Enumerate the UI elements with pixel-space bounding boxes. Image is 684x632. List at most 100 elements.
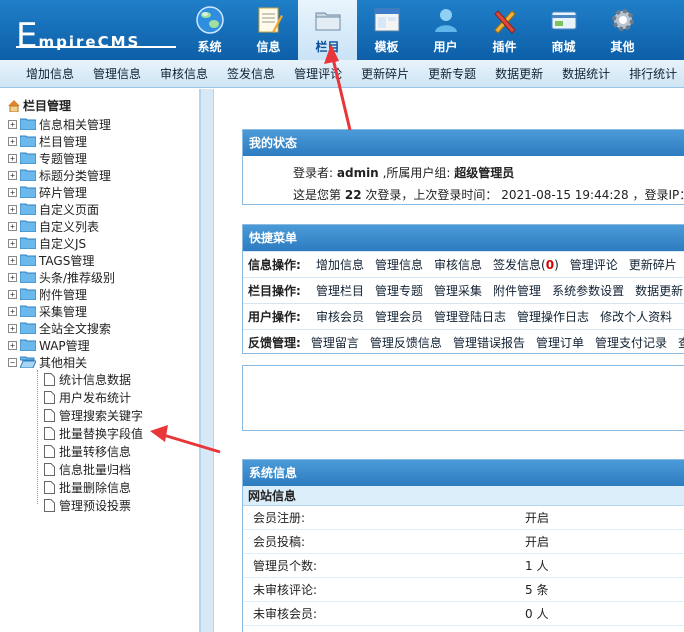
expand-icon[interactable]: + bbox=[8, 119, 17, 129]
expand-icon[interactable]: + bbox=[8, 221, 17, 231]
quick-review-member[interactable]: 审核会员 bbox=[316, 308, 364, 325]
quick-payment-records[interactable]: 管理支付记录 bbox=[595, 334, 667, 351]
tree-item-other-related[interactable]: − 其他相关 bbox=[8, 354, 87, 370]
quick-manage-topic[interactable]: 管理专题 bbox=[375, 282, 423, 299]
quick-data-update[interactable]: 数据更新 bbox=[635, 282, 683, 299]
quick-edit-profile[interactable]: 修改个人资料 bbox=[600, 308, 672, 325]
quick-system-settings[interactable]: 系统参数设置 bbox=[552, 282, 624, 299]
submenu-manage-comments[interactable]: 管理评论 bbox=[294, 65, 342, 82]
leaf-preset-vote[interactable]: 管理预设投票 bbox=[44, 497, 131, 513]
tree-item-title-category[interactable]: + 标题分类管理 bbox=[8, 167, 111, 183]
quick-more[interactable]: 查 bbox=[678, 334, 684, 351]
empirecms-logo[interactable]: EmpireCMS bbox=[8, 6, 176, 56]
quick-sign-info[interactable]: 签发信息(0) bbox=[493, 256, 559, 273]
expand-icon[interactable]: + bbox=[8, 340, 17, 350]
last-login-time: 2021-08-15 19:44:28 bbox=[501, 188, 629, 202]
expand-icon[interactable]: + bbox=[8, 153, 17, 163]
tree-item-custom-js[interactable]: + 自定义JS bbox=[8, 235, 86, 251]
nav-template[interactable]: 模板 bbox=[357, 0, 416, 60]
tree-item-headline-level[interactable]: + 头条/推荐级别 bbox=[8, 269, 115, 285]
quick-row-info: 信息操作: 增加信息 管理信息 审核信息 签发信息(0) 管理评论 更新碎片 bbox=[243, 251, 684, 277]
folder-icon bbox=[20, 237, 36, 249]
tree-item-fragments[interactable]: + 碎片管理 bbox=[8, 184, 87, 200]
user-icon bbox=[431, 4, 461, 36]
tree-item-collect[interactable]: + 采集管理 bbox=[8, 303, 87, 319]
submenu-data-stats[interactable]: 数据统计 bbox=[562, 65, 610, 82]
tree-item-wap[interactable]: + WAP管理 bbox=[8, 337, 90, 353]
expand-icon[interactable]: + bbox=[8, 187, 17, 197]
expand-icon[interactable]: + bbox=[8, 170, 17, 180]
tree-item-label: 碎片管理 bbox=[39, 185, 88, 200]
tree-item-tags[interactable]: + TAGS管理 bbox=[8, 252, 94, 268]
quick-login-log[interactable]: 管理登陆日志 bbox=[434, 308, 506, 325]
home-icon bbox=[8, 100, 20, 112]
logo-e: E bbox=[16, 16, 39, 56]
nav-column[interactable]: 栏目 bbox=[298, 0, 357, 60]
expand-icon[interactable]: + bbox=[8, 323, 17, 333]
leaf-user-publish-stats[interactable]: 用户发布统计 bbox=[44, 389, 131, 405]
logo-rest: mpireCMS bbox=[38, 33, 141, 51]
leaf-search-keywords[interactable]: 管理搜索关键字 bbox=[44, 407, 143, 423]
expand-icon[interactable]: + bbox=[8, 306, 17, 316]
quick-menu-panel: 快捷菜单 信息操作: 增加信息 管理信息 审核信息 签发信息(0) 管理评论 更… bbox=[242, 224, 684, 354]
quick-attachment[interactable]: 附件管理 bbox=[493, 282, 541, 299]
submenu-add-info[interactable]: 增加信息 bbox=[26, 65, 74, 82]
leaf-label: 批量替换字段值 bbox=[59, 426, 144, 441]
quick-manage-orders[interactable]: 管理订单 bbox=[536, 334, 584, 351]
tree-item-label: 采集管理 bbox=[39, 304, 88, 319]
leaf-batch-replace-field[interactable]: 批量替换字段值 bbox=[44, 425, 143, 441]
tree-item-custom-page[interactable]: + 自定义页面 bbox=[8, 201, 99, 217]
submenu-update-topics[interactable]: 更新专题 bbox=[428, 65, 476, 82]
tree-item-fulltext-search[interactable]: + 全站全文搜索 bbox=[8, 320, 111, 336]
quick-feedback-info[interactable]: 管理反馈信息 bbox=[370, 334, 442, 351]
quick-operation-log[interactable]: 管理操作日志 bbox=[517, 308, 589, 325]
quick-manage-column[interactable]: 管理栏目 bbox=[316, 282, 364, 299]
tree-item-info-related[interactable]: + 信息相关管理 bbox=[8, 116, 111, 132]
submenu-rank-stats[interactable]: 排行统计 bbox=[629, 65, 677, 82]
leaf-stats-info-data[interactable]: 统计信息数据 bbox=[44, 371, 131, 387]
leaf-batch-archive-info[interactable]: 信息批量归档 bbox=[44, 461, 131, 477]
nav-plugin[interactable]: 插件 bbox=[475, 0, 534, 60]
tree-item-custom-list[interactable]: + 自定义列表 bbox=[8, 218, 99, 234]
tree-item-attachments[interactable]: + 附件管理 bbox=[8, 286, 87, 302]
quick-manage-collect[interactable]: 管理采集 bbox=[434, 282, 482, 299]
system-info-title: 系统信息 bbox=[243, 460, 684, 486]
expand-icon[interactable]: + bbox=[8, 255, 17, 265]
nav-info[interactable]: 信息 bbox=[239, 0, 298, 60]
nav-label-user: 用户 bbox=[433, 40, 458, 54]
tree-item-topic-manage[interactable]: + 专题管理 bbox=[8, 150, 87, 166]
nav-other[interactable]: 其他 bbox=[593, 0, 652, 60]
expand-icon[interactable]: + bbox=[8, 238, 17, 248]
quick-error-report[interactable]: 管理错误报告 bbox=[453, 334, 525, 351]
collapse-icon[interactable]: − bbox=[8, 357, 17, 367]
expand-icon[interactable]: + bbox=[8, 204, 17, 214]
submenu-review-info[interactable]: 审核信息 bbox=[160, 65, 208, 82]
expand-icon[interactable]: + bbox=[8, 272, 17, 282]
quick-update-fragments[interactable]: 更新碎片 bbox=[629, 256, 677, 273]
tree-root[interactable]: 栏目管理 bbox=[7, 97, 71, 114]
quick-manage-info[interactable]: 管理信息 bbox=[375, 256, 423, 273]
nav-user[interactable]: 用户 bbox=[416, 0, 475, 60]
expand-icon[interactable]: + bbox=[8, 289, 17, 299]
leaf-batch-move-info[interactable]: 批量转移信息 bbox=[44, 443, 131, 459]
frame-splitter[interactable] bbox=[200, 89, 214, 632]
submenu-manage-info[interactable]: 管理信息 bbox=[93, 65, 141, 82]
submenu-data-update[interactable]: 数据更新 bbox=[495, 65, 543, 82]
folder-icon bbox=[20, 203, 36, 215]
quick-manage-member[interactable]: 管理会员 bbox=[375, 308, 423, 325]
quick-manage-comments[interactable]: 管理评论 bbox=[570, 256, 618, 273]
nav-shop[interactable]: 商城 bbox=[534, 0, 593, 60]
submenu-sign-info[interactable]: 签发信息 bbox=[227, 65, 275, 82]
quick-add-info[interactable]: 增加信息 bbox=[316, 256, 364, 273]
nav-label-other: 其他 bbox=[610, 40, 635, 54]
tree-item-label: 专题管理 bbox=[39, 151, 88, 166]
quick-review-info[interactable]: 审核信息 bbox=[434, 256, 482, 273]
nav-system[interactable]: 系统 bbox=[180, 0, 239, 60]
expand-icon[interactable]: + bbox=[8, 136, 17, 146]
tree-item-column-manage[interactable]: + 栏目管理 bbox=[8, 133, 87, 149]
leaf-batch-delete-info[interactable]: 批量删除信息 bbox=[44, 479, 131, 495]
leaf-label: 统计信息数据 bbox=[59, 372, 132, 387]
submenu-update-fragments[interactable]: 更新碎片 bbox=[361, 65, 409, 82]
nav-label-plugin: 插件 bbox=[492, 40, 517, 54]
quick-manage-message[interactable]: 管理留言 bbox=[311, 334, 359, 351]
